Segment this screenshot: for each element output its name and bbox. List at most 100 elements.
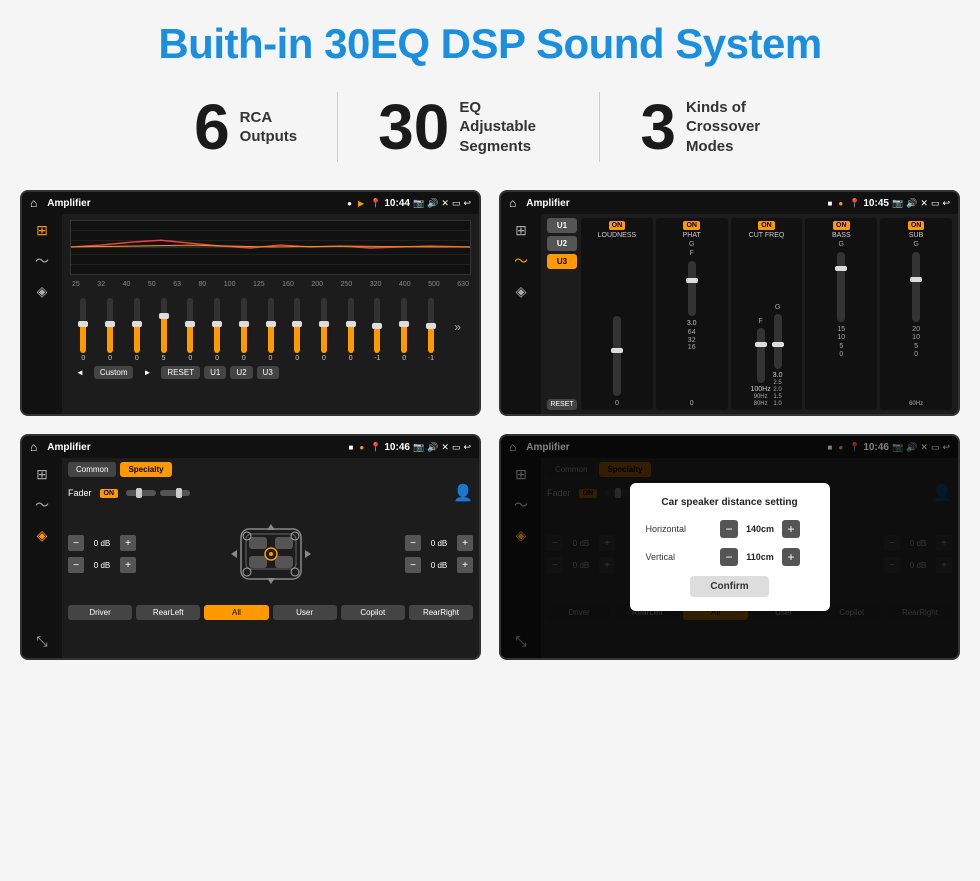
- dsp-u2-btn[interactable]: U2: [547, 236, 577, 251]
- eq-u3-btn[interactable]: U3: [257, 366, 279, 379]
- dsp-cutfreq-channel: ON CUT FREQ F 100Hz 90Hz: [731, 218, 803, 410]
- btn-copilot[interactable]: Copilot: [341, 605, 405, 620]
- vertical-minus-btn[interactable]: −: [720, 548, 738, 566]
- stat-crossover-number: 3: [640, 95, 676, 159]
- stat-crossover: 3 Kinds of Crossover Modes: [600, 95, 826, 159]
- cutfreq-on-badge[interactable]: ON: [758, 221, 775, 230]
- dsp-app-title: Amplifier: [526, 198, 821, 209]
- eq-custom-btn[interactable]: Custom: [94, 366, 134, 379]
- cutfreq-slider-f[interactable]: [757, 328, 765, 383]
- sidebar-speaker-icon[interactable]: ◈: [37, 283, 48, 300]
- stat-rca-label: RCA Outputs: [240, 108, 298, 147]
- bass-slider[interactable]: [837, 252, 845, 322]
- eq-freq-labels: 253240506380100125160200250320400500630: [70, 281, 471, 288]
- btn-driver[interactable]: Driver: [68, 605, 132, 620]
- loudness-slider[interactable]: [613, 316, 621, 396]
- phat-slider-g[interactable]: [688, 261, 696, 316]
- eq-reset-btn[interactable]: RESET: [161, 366, 200, 379]
- db-plus-rr[interactable]: +: [457, 557, 473, 573]
- eq-bottom-controls: ◄ Custom ► RESET U1 U2 U3: [70, 366, 471, 379]
- fader-on-badge[interactable]: ON: [100, 489, 119, 498]
- fader-speaker-icon[interactable]: ◈: [37, 527, 48, 544]
- eq-status-icons: 📍 10:44 📷 🔊 ✕ ▭ ↩: [370, 198, 471, 209]
- home-icon[interactable]: ⌂: [30, 196, 37, 210]
- fader-bottom-btns: Driver RearLeft All User Copilot RearRig…: [68, 605, 473, 620]
- eq-graph: [70, 220, 471, 275]
- fader-h-slider1[interactable]: [126, 490, 156, 496]
- vertical-label: Vertical: [646, 552, 701, 562]
- fader-battery-icon: ▭: [452, 442, 461, 453]
- phat-on-badge[interactable]: ON: [683, 221, 700, 230]
- dsp-home-icon[interactable]: ⌂: [509, 196, 516, 210]
- dsp-u3-btn[interactable]: U3: [547, 254, 577, 269]
- fader-expand-icon[interactable]: ⤡: [36, 633, 47, 650]
- horizontal-row: Horizontal − 140cm +: [646, 520, 814, 538]
- confirm-button[interactable]: Confirm: [690, 576, 768, 597]
- eq-u1-btn[interactable]: U1: [204, 366, 226, 379]
- dsp-wave-icon[interactable]: 〜: [514, 251, 528, 271]
- stat-rca-number: 6: [194, 95, 230, 159]
- db-minus-fr[interactable]: −: [405, 535, 421, 551]
- tab-common[interactable]: Common: [68, 462, 116, 477]
- eq-slider-8: 0: [284, 298, 311, 362]
- tab-specialty[interactable]: Specialty: [120, 462, 171, 477]
- db-minus-rl[interactable]: −: [68, 557, 84, 573]
- btn-rearright[interactable]: RearRight: [409, 605, 473, 620]
- fader-home-icon[interactable]: ⌂: [30, 440, 37, 454]
- dsp-time: 10:45: [863, 198, 889, 209]
- fader-eq-icon[interactable]: ⊞: [36, 466, 48, 483]
- btn-rearleft[interactable]: RearLeft: [136, 605, 200, 620]
- eq-slider-7: 0: [257, 298, 284, 362]
- eq-time: 10:44: [384, 198, 410, 209]
- bass-on-badge[interactable]: ON: [833, 221, 850, 230]
- db-minus-fl[interactable]: −: [68, 535, 84, 551]
- db-value-fr: 0 dB: [425, 539, 453, 548]
- speaker-controls-right: − 0 dB + − 0 dB +: [405, 535, 473, 573]
- btn-user[interactable]: User: [273, 605, 337, 620]
- dsp-eq-icon[interactable]: ⊞: [515, 222, 527, 239]
- dsp-dot1: ■: [827, 199, 832, 208]
- vertical-value: 110cm: [742, 552, 778, 562]
- eq-status-bar: ⌂ Amplifier ● ▶ 📍 10:44 📷 🔊 ✕ ▭ ↩: [22, 192, 479, 214]
- fader-h-slider2[interactable]: [160, 490, 190, 496]
- fader-top-controls: Fader ON 👤: [68, 483, 473, 503]
- eq-prev-btn[interactable]: ◄: [70, 366, 90, 379]
- cutfreq-slider-g[interactable]: [774, 314, 782, 369]
- sub-on-badge[interactable]: ON: [908, 221, 925, 230]
- fader-amp-content: ⊞ 〜 ◈ ⤡ Common Specialty Fader ON: [22, 458, 479, 658]
- eq-u2-btn[interactable]: U2: [230, 366, 252, 379]
- horizontal-minus-btn[interactable]: −: [720, 520, 738, 538]
- eq-slider-1: 0: [97, 298, 124, 362]
- fader-wave-icon[interactable]: 〜: [35, 495, 49, 515]
- dsp-location-icon: 📍: [849, 198, 860, 209]
- fader-tab-bar: Common Specialty: [68, 462, 473, 477]
- horizontal-value: 140cm: [742, 524, 778, 534]
- loudness-on-badge[interactable]: ON: [609, 221, 626, 230]
- dialog-title: Car speaker distance setting: [646, 497, 814, 508]
- volume-icon: 🔊: [427, 198, 438, 209]
- eq-next-btn[interactable]: ►: [137, 366, 157, 379]
- horizontal-plus-btn[interactable]: +: [782, 520, 800, 538]
- dsp-reset-btn[interactable]: RESET: [547, 399, 577, 410]
- dsp-bass-channel: ON BASS G 15 10 5: [805, 218, 877, 410]
- db-minus-rr[interactable]: −: [405, 557, 421, 573]
- eq-slider-expand[interactable]: »: [444, 320, 471, 334]
- stat-eq-label: EQ Adjustable Segments: [459, 98, 559, 157]
- fader-profile-icon[interactable]: 👤: [453, 483, 473, 503]
- sub-slider[interactable]: [912, 252, 920, 322]
- camera-icon: 📷: [413, 198, 424, 209]
- sidebar-wave-icon[interactable]: 〜: [35, 251, 49, 271]
- db-plus-rl[interactable]: +: [120, 557, 136, 573]
- db-plus-fl[interactable]: +: [120, 535, 136, 551]
- dsp-left-sidebar: ⊞ 〜 ◈: [501, 214, 541, 414]
- eq-app-title: Amplifier: [47, 198, 341, 209]
- dsp-speaker-icon[interactable]: ◈: [516, 283, 527, 300]
- db-control-fr: − 0 dB +: [405, 535, 473, 551]
- db-plus-fr[interactable]: +: [457, 535, 473, 551]
- sidebar-eq-icon[interactable]: ⊞: [36, 222, 48, 239]
- dsp-u1-btn[interactable]: U1: [547, 218, 577, 233]
- speaker-diagram: [144, 509, 397, 599]
- btn-all[interactable]: All: [204, 605, 268, 620]
- dsp-phat-channel: ON PHAT G F 3.0 64: [656, 218, 728, 410]
- vertical-plus-btn[interactable]: +: [782, 548, 800, 566]
